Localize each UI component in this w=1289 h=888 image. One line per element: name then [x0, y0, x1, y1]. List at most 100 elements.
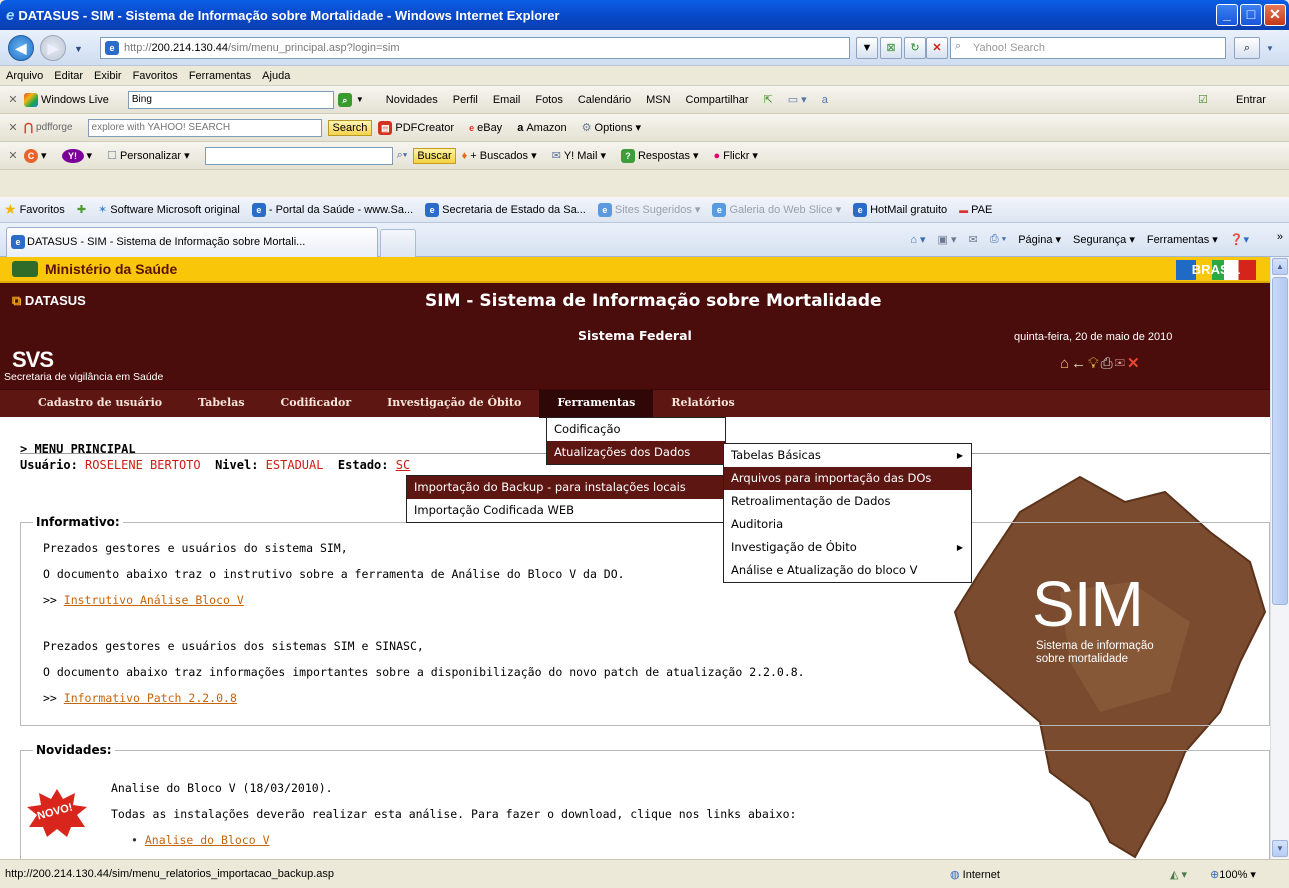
menu-item-auditoria[interactable]: Auditoria: [724, 513, 971, 536]
history-dropdown-icon[interactable]: ▼: [74, 44, 83, 54]
exit-icon[interactable]: ✕: [1127, 355, 1142, 372]
pdf-search-button[interactable]: Search: [327, 119, 373, 136]
minimize-button[interactable]: _: [1216, 4, 1238, 26]
print-icon[interactable]: ⎙ ▾: [990, 233, 1006, 246]
close-toolbar-icon[interactable]: ✕: [2, 93, 24, 106]
datasus-logo[interactable]: ⧉ DATASUS: [12, 293, 86, 309]
add-favorite-icon[interactable]: ✚: [77, 203, 86, 216]
close-button[interactable]: ✕: [1264, 4, 1286, 26]
analise-bloco-link[interactable]: Analise do Bloco V: [145, 833, 270, 847]
menu-item-arquivos-importacao[interactable]: Arquivos para importação das DOs: [724, 467, 971, 490]
tab-datasus[interactable]: e DATASUS - SIM - Sistema de Informação …: [6, 227, 378, 257]
yahoo-search-icon[interactable]: ⌕▾: [397, 149, 408, 162]
pdf-search-input[interactable]: [87, 118, 322, 137]
nav-tabelas[interactable]: Tabelas: [180, 390, 262, 418]
fav-item[interactable]: e Galeria do Web Slice ▾: [712, 202, 841, 217]
nav-relatorios[interactable]: Relatórios: [653, 390, 752, 418]
nav-codificador[interactable]: Codificador: [263, 390, 370, 418]
search-options-icon[interactable]: ▼: [1266, 44, 1274, 53]
menu-item-atualizacoes[interactable]: Atualizações dos Dados: [547, 441, 725, 464]
lightbulb-icon[interactable]: 💡︎: [1088, 355, 1101, 372]
nav-cadastro-usuario[interactable]: Cadastro de usuário: [20, 390, 180, 418]
fav-item[interactable]: e- Portal da Saúde - www.Sa...: [251, 202, 413, 217]
maximize-button[interactable]: □: [1240, 4, 1262, 26]
protected-mode-icon[interactable]: ◭ ▾: [1170, 868, 1187, 881]
menu-item-retroalimentacao[interactable]: Retroalimentação de Dados: [724, 490, 971, 513]
scroll-up-arrow[interactable]: ▲: [1272, 258, 1288, 275]
menu-arquivo[interactable]: Arquivo: [6, 70, 43, 82]
back-button[interactable]: ◀: [8, 35, 34, 61]
ebay-link[interactable]: e eBay: [469, 122, 502, 134]
menu-ferramentas[interactable]: Ferramentas: [189, 70, 251, 82]
menu-exibir[interactable]: Exibir: [94, 70, 122, 82]
nav-ferramentas[interactable]: Ferramentas: [539, 389, 654, 418]
bing-search-input[interactable]: [127, 90, 334, 109]
forward-button[interactable]: ▶: [40, 35, 66, 61]
ymail-link[interactable]: ✉ Y! Mail ▾: [552, 149, 606, 163]
search-input[interactable]: Yahoo! Search: [950, 37, 1226, 59]
stop-icon[interactable]: ✕: [926, 37, 948, 59]
security-menu[interactable]: Segurança ▾: [1073, 233, 1135, 246]
fav-item[interactable]: ✶ Software Microsoft original: [98, 203, 240, 217]
personalize-menu[interactable]: ☐ Personalizar ▾: [107, 149, 190, 163]
new-tab-button[interactable]: [380, 229, 416, 257]
menu-item-investigacao-obito[interactable]: Investigação de Óbito ▶: [724, 536, 971, 559]
respostas-link[interactable]: ? Respostas ▾: [620, 148, 698, 163]
live-link-calendario[interactable]: Calendário: [578, 94, 631, 106]
patch-link[interactable]: Informativo Patch 2.2.0.8: [64, 691, 237, 705]
back-arrow-icon[interactable]: ←: [1071, 355, 1088, 372]
zoom-control[interactable]: ⊕100% ▾: [1210, 868, 1256, 881]
menu-item-importacao-web[interactable]: Importação Codificada WEB: [407, 499, 723, 522]
menu-item-analise-bloco-v[interactable]: Análise e Atualização do bloco V: [724, 559, 971, 582]
yahoo-menu[interactable]: Y! ▾: [61, 148, 92, 163]
live-link-msn[interactable]: MSN: [646, 94, 670, 106]
address-bar[interactable]: e http://200.214.130.44/sim/menu_princip…: [100, 37, 850, 59]
live-link-perfil[interactable]: Perfil: [453, 94, 478, 106]
menu-editar[interactable]: Editar: [54, 70, 83, 82]
fav-item[interactable]: ▬ PAE: [959, 204, 992, 216]
fav-item[interactable]: e HotMail gratuito: [853, 202, 947, 217]
yahoo-search-input[interactable]: [204, 146, 393, 165]
live-link-compartilhar[interactable]: Compartilhar: [686, 94, 749, 106]
close-toolbar-icon[interactable]: ✕: [2, 121, 24, 134]
compatibility-icon[interactable]: ⊠: [880, 37, 902, 59]
home-icon[interactable]: ⌂ ▾: [910, 233, 925, 246]
refresh-icon[interactable]: ↻: [904, 37, 926, 59]
share-icon[interactable]: ⇱: [763, 93, 772, 106]
live-link-novidades[interactable]: Novidades: [386, 94, 438, 106]
read-mail-icon[interactable]: ✉: [969, 233, 978, 246]
checkbox-icon[interactable]: ☑: [1198, 93, 1208, 106]
search-button[interactable]: ⌕: [1234, 37, 1260, 59]
help-icon[interactable]: ❓▾: [1230, 233, 1249, 246]
fav-item[interactable]: e Secretaria de Estado da Sa...: [425, 202, 586, 217]
tools-menu[interactable]: Ferramentas ▾: [1147, 233, 1218, 246]
instrutivo-link[interactable]: Instrutivo Análise Bloco V: [64, 593, 244, 607]
menu-item-tabelas-basicas[interactable]: Tabelas Básicas ▶: [724, 444, 971, 467]
page-menu[interactable]: Página ▾: [1018, 233, 1061, 246]
home-icon[interactable]: ⌂: [1060, 355, 1071, 372]
scroll-down-arrow[interactable]: ▼: [1272, 840, 1288, 857]
vertical-scrollbar[interactable]: ▲ ▼: [1270, 257, 1289, 859]
pdfcreator-link[interactable]: ▤ PDFCreator: [378, 120, 454, 135]
layout-icon[interactable]: ▭ ▾: [788, 93, 807, 106]
bing-dropdown-icon[interactable]: ▼: [356, 95, 364, 104]
fav-item[interactable]: e Sites Sugeridos ▾: [597, 202, 700, 217]
bing-search-button[interactable]: ⌕: [337, 92, 352, 107]
feeds-icon[interactable]: ▣ ▾: [938, 233, 957, 246]
favorites-button[interactable]: ★ Favoritos: [4, 201, 65, 218]
translate-icon[interactable]: a: [822, 94, 828, 106]
live-link-email[interactable]: Email: [493, 94, 521, 106]
live-link-fotos[interactable]: Fotos: [535, 94, 563, 106]
scroll-thumb[interactable]: [1272, 277, 1288, 605]
options-link[interactable]: ⚙ Options ▾: [582, 121, 641, 135]
toolbar-overflow-icon[interactable]: »: [1277, 231, 1283, 243]
menu-item-importacao-backup[interactable]: Importação do Backup - para instalações …: [407, 476, 723, 499]
flickr-link[interactable]: ● Flickr ▾: [713, 149, 757, 163]
mail-icon[interactable]: ✉: [1115, 355, 1127, 372]
menu-ajuda[interactable]: Ajuda: [262, 70, 290, 82]
browser-menu-icon[interactable]: C ▾: [24, 148, 47, 163]
signin-link[interactable]: Entrar: [1236, 94, 1266, 106]
nav-investigacao-obito[interactable]: Investigação de Óbito: [369, 390, 539, 418]
print-icon[interactable]: ⎙: [1101, 355, 1115, 372]
address-dropdown-button[interactable]: ▼: [856, 37, 878, 59]
